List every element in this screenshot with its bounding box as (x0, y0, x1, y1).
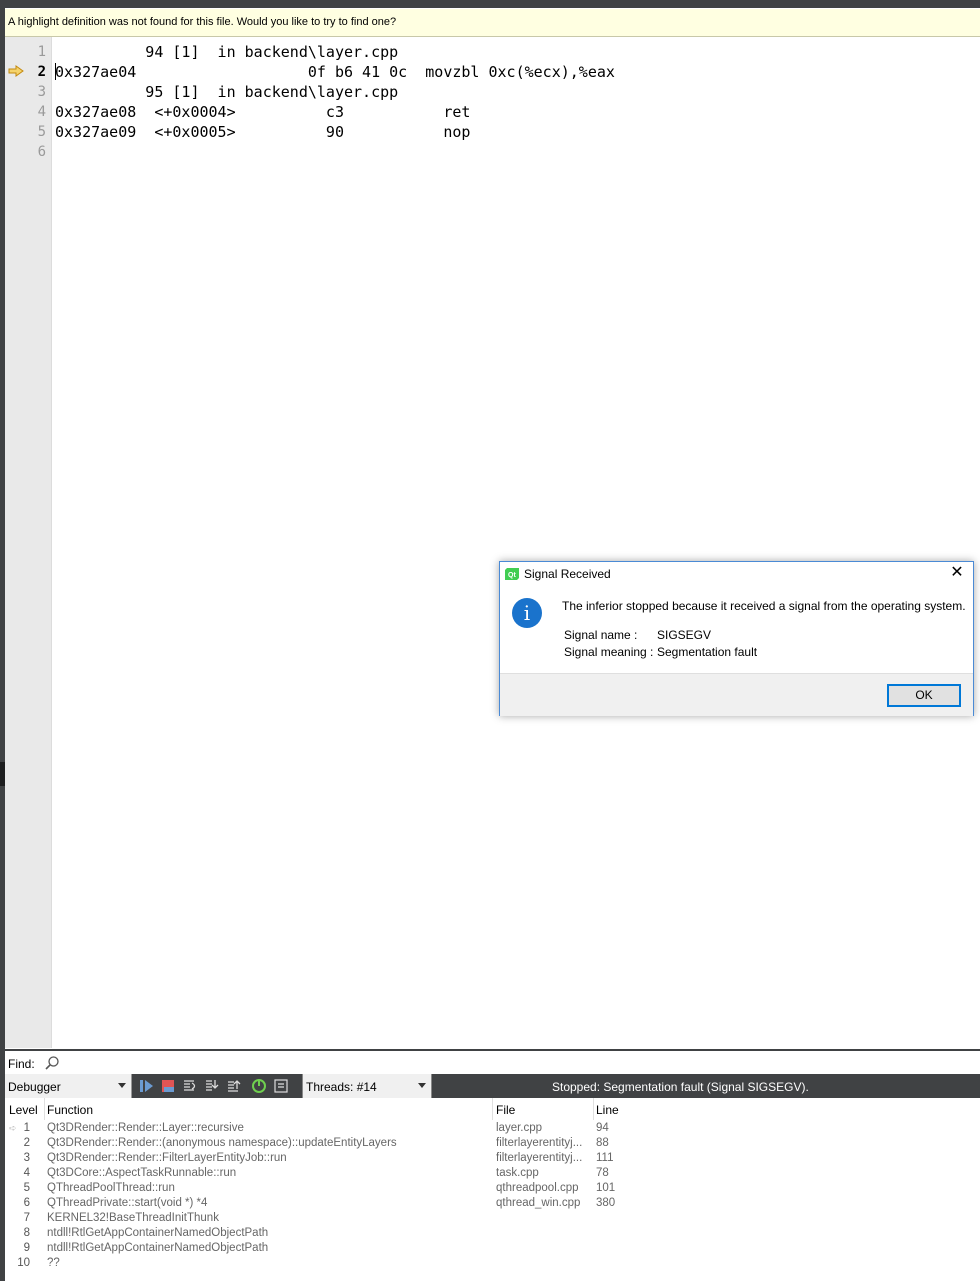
stack-frame-row[interactable]: 8 ntdll!RtlGetAppContainerNamedObjectPat… (5, 1226, 980, 1241)
debugger-perspective-select[interactable]: Debugger (5, 1074, 132, 1098)
frame-level: 7 (23, 1212, 30, 1224)
find-label: Find: (8, 1057, 35, 1071)
debugger-status-text: Stopped: Segmentation fault (Signal SIGS… (552, 1080, 809, 1094)
frame-file: qthreadpool.cpp (496, 1182, 579, 1194)
column-header-level[interactable]: Level (9, 1103, 38, 1117)
debugger-perspective-value: Debugger (8, 1080, 61, 1094)
frame-level: 5 (23, 1182, 30, 1194)
step-over-icon[interactable] (182, 1078, 198, 1094)
frame-file: filterlayerentityj... (496, 1152, 583, 1164)
column-header-line[interactable]: Line (596, 1103, 619, 1117)
frame-function: ?? (47, 1257, 60, 1269)
step-into-icon[interactable] (204, 1078, 220, 1094)
frame-file: layer.cpp (496, 1122, 543, 1134)
frame-function: KERNEL32!BaseThreadInitThunk (47, 1212, 219, 1224)
debugger-toolbar: Debugger Threads: #14 Stopped: Segmentat… (5, 1074, 980, 1098)
qt-creator-icon: Qt (505, 568, 519, 580)
stack-frame-row[interactable]: ➪ 1 Qt3DRender::Render::Layer::recursive… (5, 1121, 980, 1136)
frame-level: 1 (23, 1122, 30, 1134)
stack-frame-row[interactable]: 10 ?? (5, 1256, 980, 1271)
line-number: 1 (37, 44, 46, 60)
disassembler-editor[interactable] (5, 37, 980, 1048)
frame-level: 10 (17, 1257, 30, 1269)
threads-value: Threads: #14 (306, 1080, 377, 1094)
text-cursor (55, 63, 56, 80)
step-out-icon[interactable] (226, 1078, 242, 1094)
frame-line: 101 (596, 1182, 616, 1194)
stack-frame-row[interactable]: 5 QThreadPoolThread::run qthreadpool.cpp… (5, 1181, 980, 1196)
dialog-message: The inferior stopped because it received… (562, 599, 966, 613)
line-number: 3 (37, 84, 46, 100)
stack-frame-row[interactable]: 3 Qt3DRender::Render::FilterLayerEntityJ… (5, 1151, 980, 1166)
frame-level: 4 (23, 1167, 30, 1179)
frame-function: QThreadPoolThread::run (47, 1182, 175, 1194)
stack-frame-row[interactable]: 2 Qt3DRender::Render::(anonymous namespa… (5, 1136, 980, 1151)
frame-line: 78 (596, 1167, 609, 1179)
column-divider (492, 1098, 493, 1120)
reset-icon[interactable] (273, 1078, 289, 1094)
continue-icon[interactable] (139, 1078, 155, 1094)
disassembly-line[interactable]: 94 [1] in backend\layer.cpp (55, 42, 398, 62)
signal-received-dialog: Qt Signal Received ✕ i The inferior stop… (499, 561, 974, 716)
frame-line: 88 (596, 1137, 609, 1149)
disassembly-line[interactable]: 0x327ae08 <+0x0004> c3 ret (55, 102, 470, 122)
disassembly-line[interactable]: 95 [1] in backend\layer.cpp (55, 82, 398, 102)
line-number: 6 (37, 144, 46, 160)
interrupt-stop-icon[interactable] (160, 1078, 176, 1094)
frame-level: 6 (23, 1197, 30, 1209)
signal-name-label: Signal name : (564, 628, 638, 642)
svg-text:Qt: Qt (508, 572, 516, 579)
signal-meaning-label: Signal meaning : (564, 645, 654, 659)
frame-line: 380 (596, 1197, 616, 1209)
frame-function: ntdll!RtlGetAppContainerNamedObjectPath (47, 1242, 269, 1254)
frame-file: filterlayerentityj... (496, 1137, 583, 1149)
frame-level: 2 (23, 1137, 30, 1149)
frame-line: 94 (596, 1122, 609, 1134)
frame-file: task.cpp (496, 1167, 539, 1179)
line-number-gutter[interactable] (5, 37, 52, 1048)
column-divider (44, 1098, 45, 1120)
frame-line: 111 (596, 1152, 614, 1164)
column-header-file[interactable]: File (496, 1103, 515, 1117)
info-icon: i (512, 598, 542, 628)
chevron-down-icon (418, 1083, 426, 1088)
frame-function: Qt3DRender::Render::(anonymous namespace… (47, 1137, 397, 1149)
dialog-button-bar: OK (500, 673, 973, 716)
stack-frame-row[interactable]: 7 KERNEL32!BaseThreadInitThunk (5, 1211, 980, 1226)
editor-tab-bar (0, 0, 980, 8)
info-bar-message: A highlight definition was not found for… (8, 16, 397, 28)
stack-frame-row[interactable]: 6 QThreadPrivate::start(void *) *4 qthre… (5, 1196, 980, 1211)
frame-function: Qt3DRender::Render::FilterLayerEntityJob… (47, 1152, 287, 1164)
frame-function: QThreadPrivate::start(void *) *4 (47, 1197, 208, 1209)
stack-frame-row[interactable]: 9 ntdll!RtlGetAppContainerNamedObjectPat… (5, 1241, 980, 1256)
frame-level: 8 (23, 1227, 30, 1239)
column-header-function[interactable]: Function (47, 1103, 93, 1117)
find-bar: Find: (5, 1049, 980, 1075)
signal-name-value: SIGSEGV (657, 628, 712, 642)
dialog-title: Signal Received (524, 567, 611, 581)
frame-function: Qt3DCore::AspectTaskRunnable::run (47, 1167, 237, 1179)
threads-select[interactable]: Threads: #14 (302, 1074, 432, 1098)
frame-file: qthread_win.cpp (496, 1197, 581, 1209)
current-location-arrow-icon (8, 65, 24, 77)
stack-frame-row[interactable]: 4 Qt3DCore::AspectTaskRunnable::run task… (5, 1166, 980, 1181)
search-icon[interactable] (44, 1055, 60, 1071)
disassembly-line-current[interactable]: 0x327ae04 0f b6 41 0c movzbl 0xc(%ecx),%… (55, 62, 615, 82)
restart-icon[interactable] (251, 1078, 267, 1094)
highlight-info-bar: A highlight definition was not found for… (5, 9, 980, 37)
frame-function: ntdll!RtlGetAppContainerNamedObjectPath (47, 1227, 269, 1239)
line-number: 4 (37, 104, 46, 120)
frame-level: 9 (23, 1242, 30, 1254)
frame-function: Qt3DRender::Render::Layer::recursive (47, 1122, 244, 1134)
signal-meaning-value: Segmentation fault (657, 645, 758, 659)
disassembly-line[interactable]: 0x327ae09 <+0x0005> 90 nop (55, 122, 470, 142)
ok-button[interactable]: OK (887, 684, 961, 707)
column-divider (593, 1098, 594, 1120)
chevron-down-icon (118, 1083, 126, 1088)
close-icon[interactable]: ✕ (949, 565, 965, 581)
line-number: 5 (37, 124, 46, 140)
frame-level: 3 (23, 1152, 30, 1164)
